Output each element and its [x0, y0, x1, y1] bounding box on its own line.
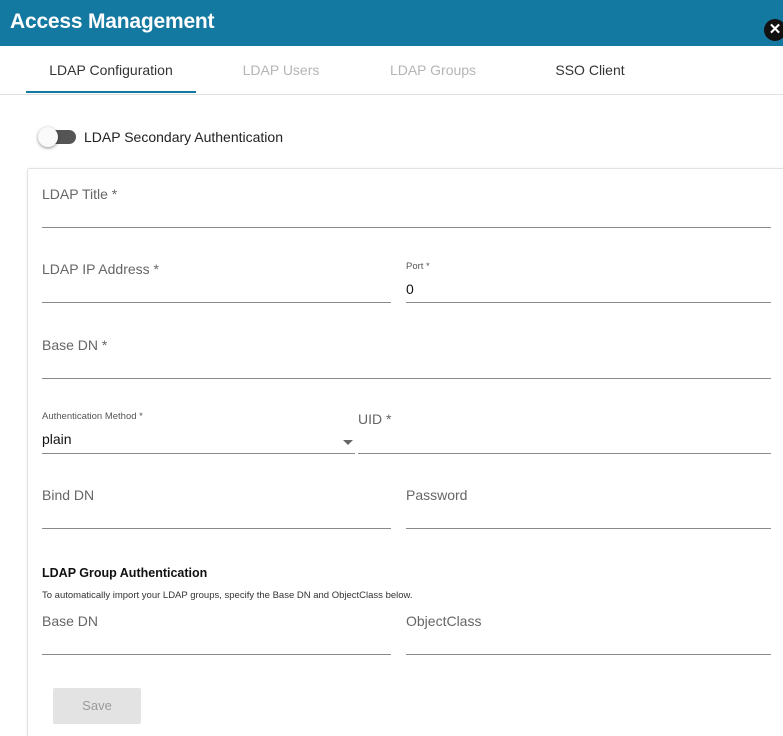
group-base-dn-field[interactable]: Base DN [42, 607, 391, 655]
ldap-title-field[interactable]: LDAP Title * [42, 180, 771, 228]
bind-dn-field[interactable]: Bind DN [42, 481, 391, 529]
field-underline [42, 528, 391, 529]
tab-ldap-users[interactable]: LDAP Users [196, 62, 366, 78]
toggle-knob [38, 127, 58, 147]
object-class-field[interactable]: ObjectClass [406, 607, 771, 655]
secondary-auth-label: LDAP Secondary Authentication [84, 129, 283, 145]
field-underline [42, 302, 391, 303]
auth-method-label: Authentication Method * [42, 411, 143, 422]
uid-placeholder: UID * [358, 411, 392, 427]
chevron-down-icon [343, 440, 353, 445]
close-icon[interactable]: ✕ [764, 19, 783, 41]
ldap-ip-field[interactable]: LDAP IP Address * [42, 255, 391, 303]
group-auth-title: LDAP Group Authentication [42, 566, 208, 580]
group-auth-description: To automatically import your LDAP groups… [42, 590, 413, 601]
tab-ldap-configuration[interactable]: LDAP Configuration [26, 62, 196, 78]
save-button[interactable]: Save [53, 688, 141, 724]
port-field[interactable]: Port * 0 [406, 255, 771, 303]
password-placeholder: Password [406, 487, 468, 503]
object-class-placeholder: ObjectClass [406, 613, 482, 629]
field-underline [42, 378, 771, 379]
field-underline [42, 227, 771, 228]
field-underline [406, 528, 771, 529]
active-tab-indicator [26, 91, 196, 93]
group-base-dn-placeholder: Base DN [42, 613, 99, 629]
tab-sso-client[interactable]: SSO Client [505, 62, 675, 78]
auth-method-value: plain [42, 431, 72, 447]
secondary-auth-toggle[interactable] [38, 127, 78, 147]
password-field[interactable]: Password [406, 481, 771, 529]
tab-bar: LDAP Configuration LDAP Users LDAP Group… [0, 46, 783, 95]
tab-ldap-groups[interactable]: LDAP Groups [348, 62, 518, 78]
field-underline [42, 453, 355, 454]
port-label: Port * [406, 261, 430, 272]
field-underline [358, 453, 771, 454]
title-bar: Access Management [0, 0, 783, 46]
port-value: 0 [406, 281, 414, 297]
base-dn-placeholder: Base DN * [42, 337, 108, 353]
field-underline [42, 654, 391, 655]
base-dn-field[interactable]: Base DN * [42, 331, 771, 379]
window-title: Access Management [10, 10, 215, 33]
ldap-title-placeholder: LDAP Title * [42, 186, 118, 202]
field-underline [406, 654, 771, 655]
field-underline [406, 302, 771, 303]
bind-dn-placeholder: Bind DN [42, 487, 95, 503]
auth-method-select[interactable]: Authentication Method * plain [42, 408, 355, 454]
ldap-ip-placeholder: LDAP IP Address * [42, 261, 159, 277]
uid-field[interactable]: UID * [358, 406, 771, 454]
